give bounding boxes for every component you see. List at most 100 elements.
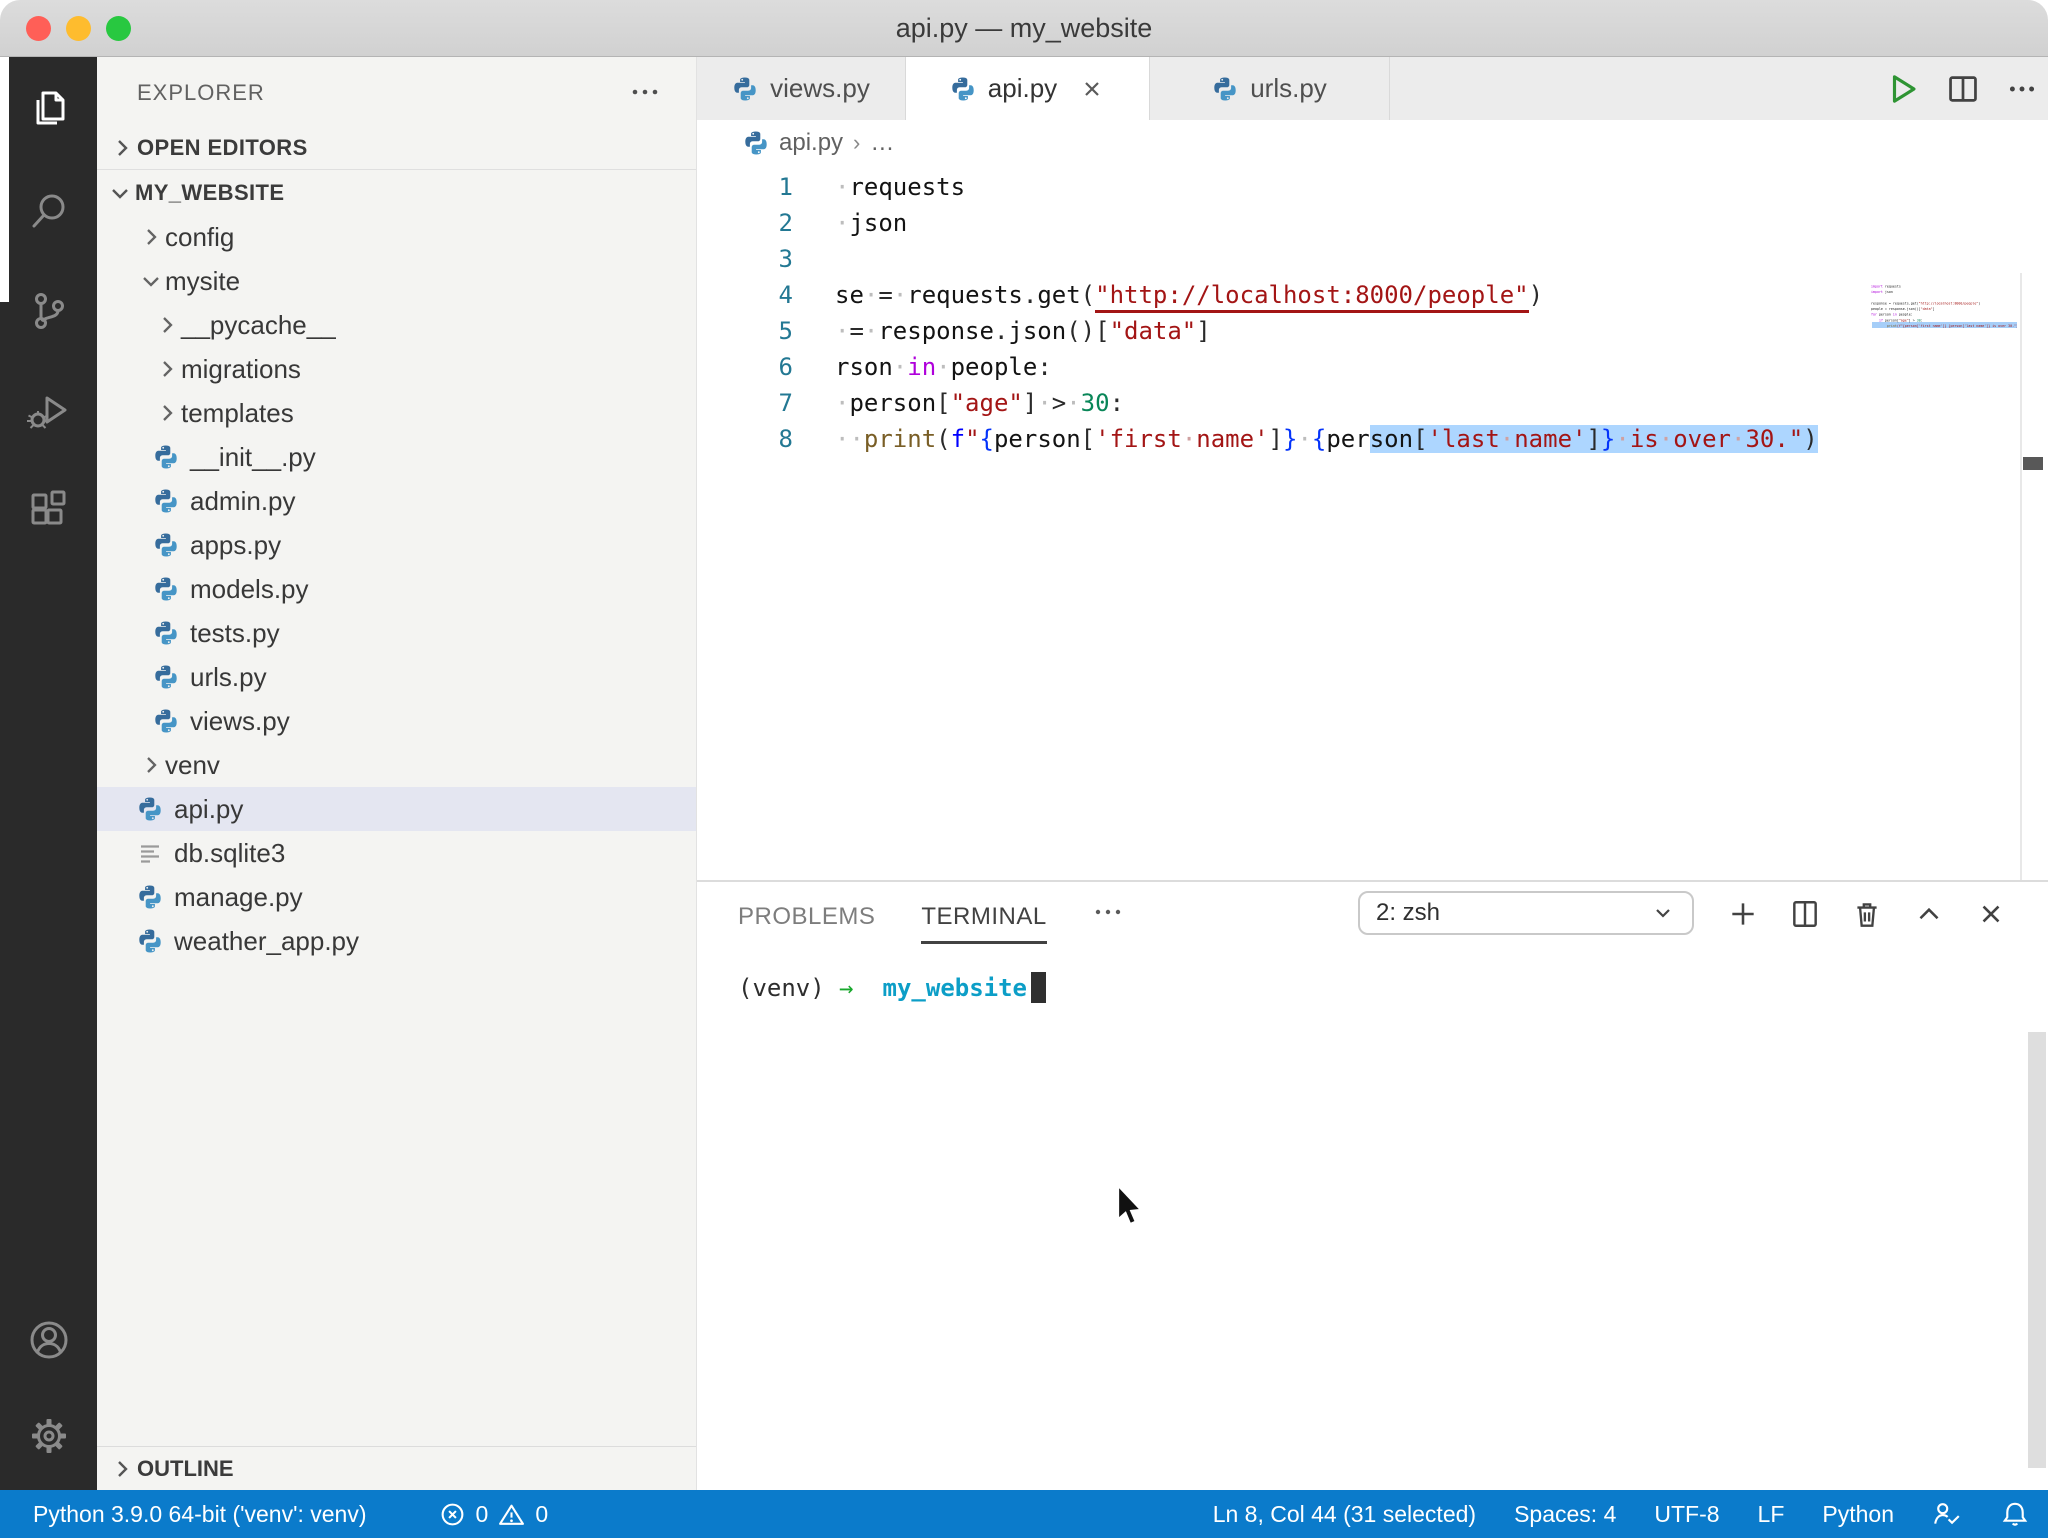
tree-item-api-py[interactable]: api.py	[97, 787, 696, 831]
new-terminal-button[interactable]	[1727, 898, 1759, 930]
editor-tab-api-py[interactable]: api.py	[906, 57, 1150, 120]
account-icon	[25, 1316, 73, 1364]
window-title: api.py — my_website	[0, 13, 2048, 44]
tree-item-label: __pycache__	[181, 310, 336, 341]
chevron-right-icon	[137, 753, 165, 777]
tree-item-manage-py[interactable]: manage.py	[97, 875, 696, 919]
tab-problems[interactable]: PROBLEMS	[738, 887, 875, 944]
cursor-position-status[interactable]: Ln 8, Col 44 (31 selected)	[1213, 1501, 1476, 1528]
run-debug-icon	[25, 387, 73, 435]
feedback-smiley-icon[interactable]	[1932, 1499, 1962, 1529]
tree-item-admin-py[interactable]: admin.py	[97, 479, 696, 523]
tree-item-label: db.sqlite3	[174, 838, 285, 869]
tree-item-db-sqlite3[interactable]: db.sqlite3	[97, 831, 696, 875]
tree-item-templates[interactable]: templates	[97, 391, 696, 435]
tree-item--init-py[interactable]: __init__.py	[97, 435, 696, 479]
activity-bar-item[interactable]	[0, 61, 97, 161]
split-terminal-button[interactable]	[1789, 898, 1821, 930]
problems-status[interactable]: 0 0	[439, 1501, 549, 1528]
code-line[interactable]: ·person["age"]·>·30:	[835, 385, 1818, 421]
terminal-venv: (venv)	[738, 974, 825, 1002]
terminal-prompt[interactable]: (venv) → my_website	[738, 972, 1046, 1003]
tree-item-views-py[interactable]: views.py	[97, 699, 696, 743]
tree-item-label: config	[165, 222, 234, 253]
tab-label: api.py	[988, 73, 1057, 104]
bottom-panel: PROBLEMS TERMINAL 2: zsh	[697, 880, 2048, 1490]
activity-bar-item[interactable]	[0, 1292, 97, 1388]
editor-tab-views-py[interactable]: views.py	[697, 57, 906, 120]
code-line[interactable]	[835, 241, 1818, 277]
chevron-right-icon	[137, 225, 165, 249]
tree-item-models-py[interactable]: models.py	[97, 567, 696, 611]
search-icon	[25, 187, 73, 235]
tree-item-label: api.py	[174, 794, 243, 825]
line-number: 5	[697, 313, 793, 349]
python-file-icon	[137, 928, 163, 954]
warning-icon	[498, 1501, 525, 1528]
editor-area: views.py api.py urls.py api.py › … 1234567…	[697, 57, 2048, 1490]
chevron-right-icon	[107, 1457, 137, 1481]
run-python-file-button[interactable]	[1886, 72, 1920, 106]
outline-section[interactable]: OUTLINE	[97, 1446, 696, 1490]
workspace-root-section[interactable]: MY_WEBSITE	[97, 171, 696, 215]
breadcrumb-more[interactable]: …	[870, 129, 894, 157]
breadcrumb[interactable]: api.py › …	[697, 120, 2048, 165]
tree-item-weather-app-py[interactable]: weather_app.py	[97, 919, 696, 963]
notifications-bell-icon[interactable]	[2000, 1499, 2030, 1529]
tree-item-venv[interactable]: venv	[97, 743, 696, 787]
error-icon	[439, 1501, 466, 1528]
breadcrumb-file[interactable]: api.py	[779, 129, 843, 157]
tree-item-config[interactable]: config	[97, 215, 696, 259]
python-file-icon	[153, 532, 179, 558]
python-file-icon	[137, 884, 163, 910]
code-editor[interactable]: 12345678 ·requests·jsonse·=·requests.get…	[697, 165, 2048, 880]
tree-item-label: models.py	[190, 574, 309, 605]
code-line[interactable]: ·json	[835, 205, 1818, 241]
indentation-status[interactable]: Spaces: 4	[1514, 1501, 1616, 1528]
activity-bar-item[interactable]	[0, 161, 97, 261]
code-line[interactable]: ··print(f"{person['first·name']}·{person…	[835, 421, 1818, 457]
terminal-cwd: my_website	[883, 974, 1028, 1002]
tree-item-label: manage.py	[174, 882, 303, 913]
open-editors-section[interactable]: OPEN EDITORS	[97, 126, 696, 170]
source-control-icon	[25, 287, 73, 335]
tree-item-mysite[interactable]: mysite	[97, 259, 696, 303]
tree-item-urls-py[interactable]: urls.py	[97, 655, 696, 699]
maximize-panel-button[interactable]	[1913, 898, 1945, 930]
mouse-cursor	[1116, 1185, 1144, 1227]
activity-bar-item[interactable]	[0, 1388, 97, 1484]
activity-bar	[0, 57, 97, 1490]
code-line[interactable]: ·requests	[835, 169, 1818, 205]
activity-bar-item[interactable]	[0, 261, 97, 361]
terminal-cursor	[1031, 972, 1046, 1003]
tree-item-migrations[interactable]: migrations	[97, 347, 696, 391]
code-line[interactable]: rson·in·people:	[835, 349, 1818, 385]
code-line[interactable]: se·=·requests.get("http://localhost:8000…	[835, 277, 1818, 313]
tree-item-label: __init__.py	[190, 442, 316, 473]
close-tab-icon[interactable]	[1079, 76, 1105, 102]
activity-bar-item[interactable]	[0, 461, 97, 561]
split-editor-button[interactable]	[1946, 72, 1980, 106]
terminal-shell-select[interactable]: 2: zsh	[1358, 891, 1694, 935]
kill-terminal-trash-icon[interactable]	[1851, 898, 1883, 930]
open-editors-label: OPEN EDITORS	[137, 135, 308, 161]
editor-tab-urls-py[interactable]: urls.py	[1150, 57, 1390, 120]
terminal-scrollbar[interactable]	[2028, 1032, 2046, 1468]
python-interpreter-status[interactable]: Python 3.9.0 64-bit ('venv': venv)	[33, 1501, 367, 1528]
code-line[interactable]: ·=·response.json()["data"]	[835, 313, 1818, 349]
terminal-shell-value: 2: zsh	[1376, 899, 1440, 927]
tree-item-tests-py[interactable]: tests.py	[97, 611, 696, 655]
more-actions-icon[interactable]	[2006, 73, 2038, 105]
tab-terminal[interactable]: TERMINAL	[921, 887, 1046, 944]
minimap[interactable]: import requestsimport jsonresponse = req…	[1865, 273, 2017, 880]
tree-item-apps-py[interactable]: apps.py	[97, 523, 696, 567]
tree-item--pycache-[interactable]: __pycache__	[97, 303, 696, 347]
language-mode-status[interactable]: Python	[1822, 1501, 1894, 1528]
close-panel-button[interactable]	[1975, 898, 2007, 930]
explorer-more-actions-icon[interactable]	[630, 75, 660, 105]
panel-more-actions-icon[interactable]	[1093, 897, 1123, 927]
activity-bar-item[interactable]	[0, 361, 97, 461]
encoding-status[interactable]: UTF-8	[1654, 1501, 1719, 1528]
file-tree: config mysite __pycache__ migrationstemplat…	[97, 215, 696, 963]
eol-status[interactable]: LF	[1758, 1501, 1785, 1528]
